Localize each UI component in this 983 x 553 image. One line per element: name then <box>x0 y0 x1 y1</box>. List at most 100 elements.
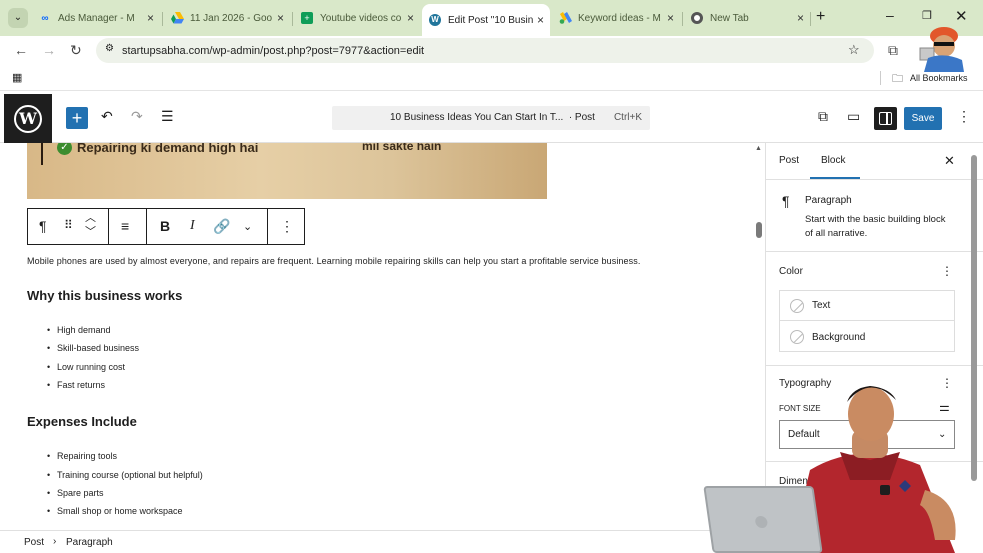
tab-title: New Tab <box>710 12 749 24</box>
color-options-icon[interactable]: ⋮ <box>941 264 953 278</box>
close-window-button[interactable]: ✕ <box>955 7 968 25</box>
post-image[interactable]: ✓ Repairing ki demand high hai mil sakte… <box>27 143 547 199</box>
close-icon[interactable]: × <box>667 11 674 25</box>
align-icon[interactable]: ≡ <box>121 218 129 234</box>
empty-swatch-icon <box>790 298 804 313</box>
list-item[interactable]: Skill-based business <box>47 343 139 353</box>
image-text-right: mil sakte hain <box>362 143 442 153</box>
chrome-icon <box>690 11 704 25</box>
laptop-in-video <box>703 486 823 553</box>
empty-swatch-icon <box>790 330 804 344</box>
italic-icon[interactable]: I <box>190 218 195 234</box>
extensions-icon[interactable]: ⧉ <box>888 42 898 59</box>
browser-tab-ads-manager[interactable]: ∞ Ads Manager - M × <box>32 5 160 31</box>
address-bar[interactable]: ⚙ startupsabha.com/wp-admin/post.php?pos… <box>96 38 874 63</box>
list-item[interactable]: Low running cost <box>47 362 125 372</box>
list-item[interactable]: Training course (optional but helpful) <box>47 470 203 480</box>
heading-why-business-works[interactable]: Why this business works <box>27 288 182 303</box>
back-arrow-icon[interactable]: ← <box>14 42 28 58</box>
list-item[interactable]: Fast returns <box>47 380 105 390</box>
undo-icon[interactable]: ↶ <box>101 108 113 125</box>
paragraph-icon[interactable]: ¶ <box>39 218 47 234</box>
close-icon[interactable]: × <box>797 11 804 25</box>
close-icon[interactable]: × <box>407 11 414 25</box>
breadcrumb-separator: › <box>53 536 57 547</box>
image-text-left: Repairing ki demand high hai <box>77 143 259 155</box>
tab-post[interactable]: Post <box>779 155 799 166</box>
list-item[interactable]: Repairing tools <box>47 451 117 461</box>
tab-search-button[interactable]: ⌄ <box>8 8 28 28</box>
meta-icon: ∞ <box>41 12 49 24</box>
folder-icon: 🗀 <box>892 73 903 85</box>
browser-tab-keyword-ideas[interactable]: Keyword ideas - M × <box>552 5 680 31</box>
settings-panel-toggle[interactable] <box>874 107 897 130</box>
view-post-icon[interactable]: ⧉ <box>818 108 828 125</box>
options-menu-icon[interactable]: ⋮ <box>957 108 971 125</box>
bookmark-star-icon[interactable]: ☆ <box>848 42 860 58</box>
breadcrumb-post[interactable]: Post <box>24 537 44 548</box>
block-description-line2: of all narrative. <box>805 228 868 239</box>
preview-device-icon[interactable]: ▭ <box>847 108 860 125</box>
tab-title: Youtube videos co <box>320 12 402 24</box>
save-button[interactable]: Save <box>904 107 942 130</box>
wordpress-icon: W <box>428 13 442 27</box>
move-up-down-icon[interactable]: ︿ ﹀ <box>85 211 96 239</box>
url-text: startupsabha.com/wp-admin/post.php?post=… <box>122 44 425 57</box>
background-color-option[interactable]: Background <box>780 322 954 352</box>
background-color-label: Background <box>812 331 866 343</box>
list-item[interactable]: High demand <box>47 325 111 335</box>
forward-arrow-icon[interactable]: → <box>42 42 56 58</box>
google-ads-icon <box>558 11 572 25</box>
block-name: Paragraph <box>805 195 852 206</box>
paragraph-icon: ¶ <box>782 193 790 209</box>
browser-toolbar: ← → ↻ ⚙ startupsabha.com/wp-admin/post.p… <box>0 36 983 65</box>
redo-icon[interactable]: ↷ <box>131 108 143 125</box>
block-description-line1: Start with the basic building block <box>805 214 946 225</box>
close-icon[interactable]: × <box>277 11 284 25</box>
close-icon[interactable]: × <box>147 11 154 25</box>
sheets-icon: + <box>300 11 314 25</box>
checkmark-icon: ✓ <box>57 143 72 155</box>
apple-logo-icon <box>754 516 769 528</box>
more-options-icon[interactable]: ⋮ <box>280 218 294 235</box>
post-type: · Post <box>568 112 595 123</box>
text-color-label: Text <box>812 300 831 311</box>
close-icon[interactable]: × <box>537 13 544 27</box>
list-item[interactable]: Small shop or home workspace <box>47 506 183 516</box>
restore-button[interactable]: ❐ <box>922 9 932 22</box>
browser-tab-drive[interactable]: 11 Jan 2026 - Goo × <box>164 5 290 31</box>
site-info-icon[interactable]: ⚙ <box>105 43 114 54</box>
close-icon[interactable]: ✕ <box>944 153 955 169</box>
wordpress-icon: W <box>14 104 42 133</box>
browser-tab-sheets[interactable]: + Youtube videos co × <box>294 5 420 31</box>
tab-title: Ads Manager - M <box>58 12 135 24</box>
wordpress-logo-button[interactable]: W <box>4 94 52 143</box>
browser-tab-edit-post[interactable]: W Edit Post "10 Busin × <box>422 4 550 36</box>
browser-tab-new-tab[interactable]: New Tab × <box>684 5 808 31</box>
color-heading[interactable]: Color <box>779 266 803 277</box>
reload-icon[interactable]: ↻ <box>70 42 82 59</box>
color-settings: Text Background <box>779 290 955 352</box>
list-item[interactable]: Spare parts <box>47 488 104 498</box>
text-color-option[interactable]: Text <box>780 291 954 321</box>
command-palette-bar[interactable]: 10 Business Ideas You Can Start In T... … <box>332 106 650 130</box>
minimize-button[interactable]: – <box>886 7 894 23</box>
tab-block[interactable]: Block <box>821 155 845 166</box>
heading-expenses-include[interactable]: Expenses Include <box>27 414 137 429</box>
chevron-down-icon[interactable]: ⌄ <box>243 220 252 233</box>
browser-tab-strip: ⌄ ∞ Ads Manager - M × 11 Jan 2026 - Goo … <box>0 0 983 36</box>
block-inserter-button[interactable]: + <box>66 107 88 129</box>
apps-grid-icon[interactable]: ▦ <box>12 71 22 84</box>
bold-icon[interactable]: B <box>160 218 170 234</box>
tab-title: Edit Post "10 Busin <box>448 14 534 26</box>
breadcrumb-paragraph[interactable]: Paragraph <box>66 537 113 548</box>
block-toolbar: ¶ ⠿ ︿ ﹀ ≡ B I 🔗 ⌄ ⋮ <box>27 208 305 245</box>
document-overview-icon[interactable]: ☰ <box>161 108 174 125</box>
drag-handle-icon[interactable]: ⠿ <box>64 218 73 232</box>
link-icon[interactable]: 🔗 <box>213 218 230 235</box>
drive-icon <box>170 11 184 25</box>
paragraph-block[interactable]: Mobile phones are used by almost everyon… <box>27 256 640 266</box>
all-bookmarks-label[interactable]: All Bookmarks <box>910 73 968 83</box>
tab-title: 11 Jan 2026 - Goo <box>190 12 273 24</box>
new-tab-button[interactable]: + <box>816 8 825 26</box>
